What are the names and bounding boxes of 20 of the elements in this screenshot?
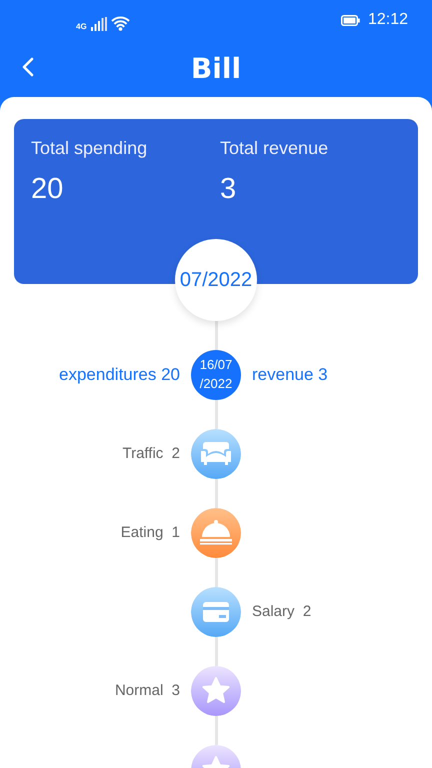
sofa-icon xyxy=(191,429,241,479)
entry-label: Traffic 2 xyxy=(122,444,180,464)
wifi-icon xyxy=(110,16,130,31)
page-title: Bill xyxy=(190,50,242,86)
expenditure-total: expenditures 20 xyxy=(59,364,180,386)
entry-label: Eating 1 xyxy=(120,522,180,543)
summary-label: Total revenue xyxy=(220,137,330,160)
revenue-total: revenue 3 xyxy=(252,364,328,386)
summary-value: 3 xyxy=(220,172,238,207)
cloche-icon xyxy=(191,508,241,558)
summary-label: Total spending xyxy=(31,137,148,160)
cellular-signal-icon xyxy=(90,17,107,31)
battery-icon xyxy=(340,14,360,26)
entry-label: Normal 3 xyxy=(114,680,180,701)
status-time: 12:12 xyxy=(368,10,408,30)
entry-label: Salary 2 xyxy=(252,602,312,622)
network-type: 4G xyxy=(76,23,87,31)
card-icon xyxy=(191,587,241,637)
summary-value: 20 xyxy=(31,172,64,207)
date-badge: 16/07 /2022 xyxy=(191,350,241,400)
